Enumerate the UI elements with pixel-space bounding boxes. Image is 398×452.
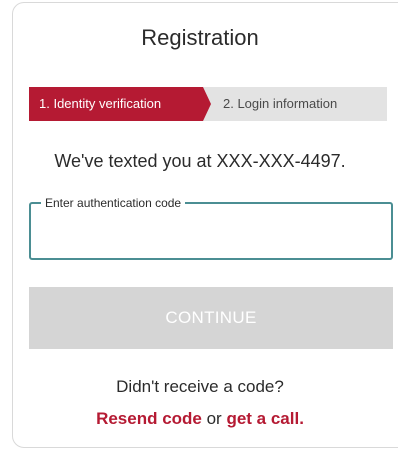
get-a-call-link[interactable]: get a call.	[226, 409, 303, 428]
step-login-information: 2. Login information	[203, 87, 387, 121]
registration-card: Registration 1. Identity verification 2.…	[12, 2, 398, 448]
auth-code-field[interactable]: Enter authentication code	[29, 195, 393, 260]
auth-code-label: Enter authentication code	[41, 195, 186, 211]
no-code-question: Didn't receive a code?	[116, 377, 284, 396]
page-title: Registration	[141, 25, 259, 50]
auth-code-input[interactable]	[41, 216, 375, 248]
resend-code-link[interactable]: Resend code	[96, 409, 202, 428]
continue-button[interactable]: CONTINUE	[29, 287, 393, 349]
or-text: or	[201, 409, 227, 428]
step-indicator: 1. Identity verification 2. Login inform…	[29, 87, 387, 121]
step-identity-verification: 1. Identity verification	[29, 87, 213, 121]
resend-options: Resend code or get a call.	[13, 409, 387, 429]
sent-code-message: We've texted you at XXX-XXX-4497.	[54, 151, 346, 171]
